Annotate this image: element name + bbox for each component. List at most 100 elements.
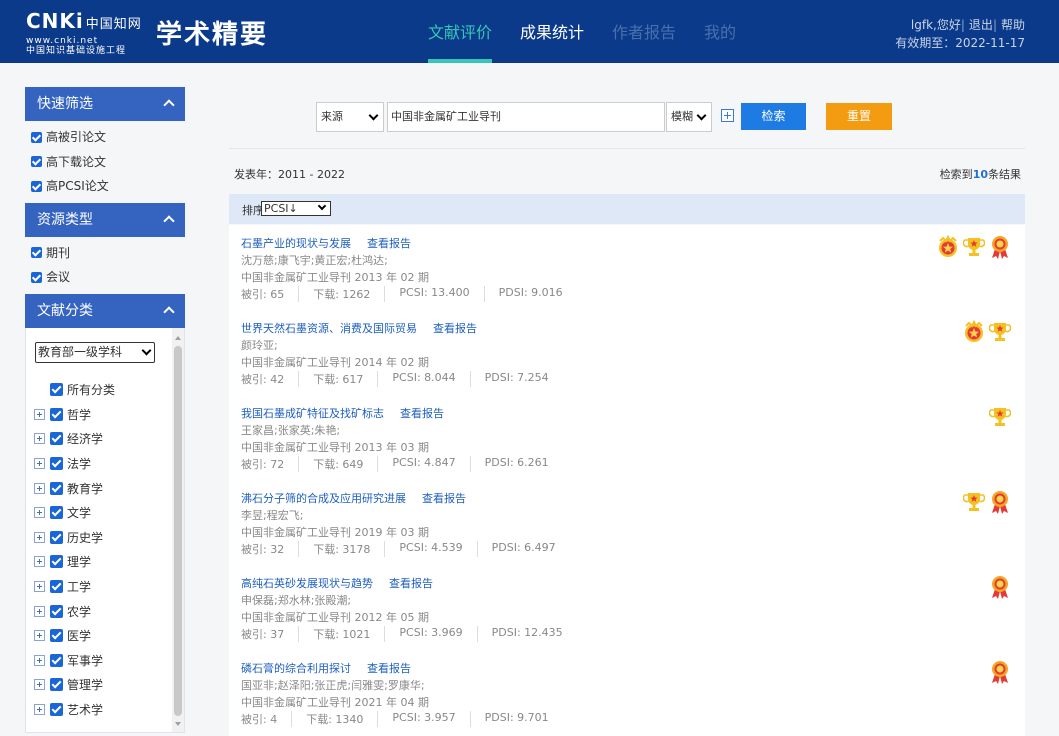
expand-plus-icon[interactable] bbox=[34, 507, 45, 519]
checkbox-checked-icon[interactable] bbox=[50, 703, 63, 717]
resource-type-title: 资源类型 bbox=[37, 211, 93, 228]
chevron-up-icon[interactable] bbox=[163, 203, 175, 238]
expand-plus-icon[interactable] bbox=[34, 556, 45, 568]
sort-select[interactable]: PCSI↓ bbox=[261, 201, 331, 216]
checkbox-checked-icon[interactable] bbox=[50, 678, 63, 692]
logout-link[interactable]: 退出 bbox=[969, 18, 993, 32]
view-report-link[interactable]: 查看报告 bbox=[433, 322, 477, 335]
resource-type-header[interactable]: 资源类型 bbox=[25, 202, 185, 238]
scroll-up-icon[interactable] bbox=[175, 335, 181, 340]
filter-journal[interactable]: 期刊 bbox=[31, 241, 185, 266]
tree-row[interactable]: 法学 bbox=[34, 451, 115, 476]
view-report-link[interactable]: 查看报告 bbox=[367, 662, 411, 675]
help-link[interactable]: 帮助 bbox=[1001, 18, 1025, 32]
match-mode-select[interactable]: 模糊 bbox=[666, 102, 712, 132]
tree-row-all[interactable]: 所有分类 bbox=[34, 378, 115, 403]
filter-high-pcsi[interactable]: 高PCSI论文 bbox=[31, 174, 185, 199]
chevron-up-icon[interactable] bbox=[163, 294, 175, 329]
sort-bar: 排序 PCSI↓ bbox=[229, 194, 1025, 224]
quick-filter-header[interactable]: 快速筛选 bbox=[25, 87, 185, 121]
scroll-down-icon[interactable] bbox=[175, 721, 181, 726]
result-item: 世界天然石墨资源、消费及国际贸易 查看报告 颜玲亚; 中国非金属矿工业导刊 2014 … bbox=[241, 310, 1012, 395]
checkbox-checked-icon[interactable] bbox=[50, 653, 63, 667]
nav-tab-achievement-stats[interactable]: 成果统计 bbox=[520, 0, 584, 63]
tree-row[interactable]: 理学 bbox=[34, 550, 115, 575]
tree-row[interactable]: 军事学 bbox=[34, 648, 115, 673]
add-condition-icon[interactable] bbox=[721, 109, 734, 122]
checkbox-checked-icon[interactable] bbox=[50, 629, 63, 643]
result-authors: 申保磊;郑水林;张殿潮; bbox=[241, 594, 352, 607]
result-title-link[interactable]: 高纯石英砂发展现状与趋势 bbox=[241, 577, 373, 590]
nav-tab-author-report[interactable]: 作者报告 bbox=[612, 0, 676, 63]
tree-row[interactable]: 医学 bbox=[34, 623, 115, 648]
award-badges bbox=[959, 319, 1012, 344]
expand-plus-icon[interactable] bbox=[34, 408, 45, 420]
result-authors: 李昱;程宏飞; bbox=[241, 509, 304, 522]
expand-plus-icon[interactable] bbox=[34, 679, 45, 691]
view-report-link[interactable]: 查看报告 bbox=[400, 407, 444, 420]
search-input[interactable]: 中国非金属矿工业导刊 bbox=[387, 102, 665, 132]
tree-row[interactable]: 文学 bbox=[34, 500, 115, 525]
expand-plus-icon[interactable] bbox=[34, 630, 45, 642]
cited-count: 被引: 72 bbox=[241, 456, 300, 472]
nav-tab-mine[interactable]: 我的 bbox=[704, 0, 736, 63]
checkbox-checked-icon[interactable] bbox=[50, 432, 63, 446]
checkbox-checked-icon[interactable] bbox=[50, 481, 63, 495]
result-title-link[interactable]: 我国石墨成矿特征及找矿标志 bbox=[241, 407, 384, 420]
checkbox-checked-icon[interactable] bbox=[50, 530, 63, 544]
top-header: CNKi 中国知网 www.cnki.net 中国知识基础设施工程 学术精要 文献… bbox=[0, 0, 1059, 63]
chevron-up-icon[interactable] bbox=[163, 87, 175, 122]
classification-header[interactable]: 文献分类 bbox=[25, 293, 185, 329]
tree-row[interactable]: 哲学 bbox=[34, 402, 115, 427]
expand-plus-icon[interactable] bbox=[34, 605, 45, 617]
checkbox-checked-icon[interactable] bbox=[50, 407, 63, 421]
result-title-link[interactable]: 石墨产业的现状与发展 bbox=[241, 237, 351, 250]
reset-button[interactable]: 重置 bbox=[826, 103, 892, 130]
result-title-link[interactable]: 磷石膏的综合利用探讨 bbox=[241, 662, 351, 675]
expand-plus-icon[interactable] bbox=[34, 654, 45, 666]
filter-high-download[interactable]: 高下载论文 bbox=[31, 150, 185, 175]
checkbox-checked-icon[interactable] bbox=[50, 457, 63, 471]
expand-plus-icon[interactable] bbox=[34, 531, 45, 543]
checkbox-checked-icon[interactable] bbox=[50, 383, 63, 397]
view-report-link[interactable]: 查看报告 bbox=[367, 237, 411, 250]
checkbox-checked-icon[interactable] bbox=[31, 131, 42, 143]
checkbox-checked-icon[interactable] bbox=[31, 271, 42, 283]
tree-row[interactable]: 工学 bbox=[34, 574, 115, 599]
search-field-select[interactable]: 来源 bbox=[316, 102, 384, 132]
nav-tab-literature-eval[interactable]: 文献评价 bbox=[428, 0, 493, 63]
tree-row[interactable]: 农学 bbox=[34, 599, 115, 624]
tree-row[interactable]: 教育学 bbox=[34, 476, 115, 501]
result-title-link[interactable]: 世界天然石墨资源、消费及国际贸易 bbox=[241, 322, 417, 335]
expand-plus-icon[interactable] bbox=[34, 482, 45, 494]
checkbox-checked-icon[interactable] bbox=[31, 247, 42, 259]
match-mode-value: 模糊 bbox=[671, 110, 693, 123]
expand-plus-icon[interactable] bbox=[34, 433, 45, 445]
tree-row[interactable]: 经济学 bbox=[34, 427, 115, 452]
search-button[interactable]: 检索 bbox=[741, 103, 806, 130]
checkbox-checked-icon[interactable] bbox=[50, 555, 63, 569]
checkbox-checked-icon[interactable] bbox=[50, 506, 63, 520]
view-report-link[interactable]: 查看报告 bbox=[422, 492, 466, 505]
filter-high-cited[interactable]: 高被引论文 bbox=[31, 125, 185, 150]
expand-plus-icon[interactable] bbox=[34, 704, 45, 716]
expand-plus-icon[interactable] bbox=[34, 581, 45, 593]
filter-conference[interactable]: 会议 bbox=[31, 265, 185, 290]
checkbox-checked-icon[interactable] bbox=[50, 580, 63, 594]
classification-select[interactable]: 教育部一级学科 bbox=[35, 341, 155, 363]
checkbox-checked-icon[interactable] bbox=[31, 156, 42, 168]
tree-row[interactable]: 历史学 bbox=[34, 525, 115, 550]
result-title-link[interactable]: 沸石分子筛的合成及应用研究进展 bbox=[241, 492, 406, 505]
cnki-logo[interactable]: CNKi 中国知网 www.cnki.net 中国知识基础设施工程 bbox=[26, 10, 151, 56]
result-stats: 被引: 32 下载: 3178 PCSI: 4.539 PDSI: 6.497 bbox=[241, 541, 584, 557]
expand-plus-icon[interactable] bbox=[34, 458, 45, 470]
view-report-link[interactable]: 查看报告 bbox=[389, 577, 433, 590]
checkbox-checked-icon[interactable] bbox=[31, 180, 42, 192]
tree-row[interactable]: 管理学 bbox=[34, 673, 115, 698]
tree-row[interactable]: 艺术学 bbox=[34, 697, 115, 722]
scroll-thumb[interactable] bbox=[174, 345, 182, 716]
checkbox-checked-icon[interactable] bbox=[50, 604, 63, 618]
star-badge-icon bbox=[937, 234, 959, 259]
classification-scrollbar[interactable] bbox=[172, 327, 184, 732]
classification-tree: 所有分类 哲学 经济学 法学 教育学 文学 历史学 理学 工学 农学 医学 军事… bbox=[34, 378, 115, 722]
